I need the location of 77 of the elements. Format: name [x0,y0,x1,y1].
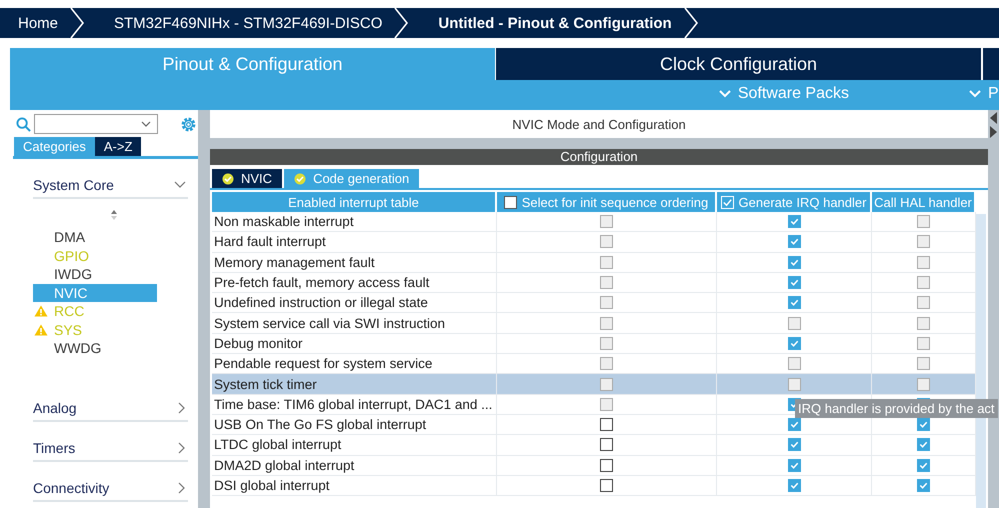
checkbox[interactable] [600,479,613,492]
table-cell: USB On The Go FS global interrupt [212,414,497,434]
checkmark-icon [918,480,929,491]
checkbox[interactable] [600,418,613,432]
warning-icon [34,305,48,318]
checkbox[interactable] [917,438,930,452]
checkbox[interactable] [917,479,930,492]
chevron-right-icon [178,482,186,494]
category-item[interactable]: IWDG [33,265,157,284]
search-icon[interactable] [16,116,31,132]
table-cell: LTDC global interrupt [212,435,497,455]
table-cell: System service call via SWI instruction [212,313,497,333]
search-combo-box[interactable] [34,114,158,134]
table-cell: Memory management fault [212,252,497,272]
check-circle-icon [294,172,306,184]
table-cell: Non maskable interrupt [212,212,497,232]
chevron-down-icon [174,181,186,189]
category-header[interactable]: Connectivity [33,468,188,502]
checkmark-icon [918,419,929,430]
category-header[interactable]: System Core [33,166,188,199]
warning-icon [34,324,48,336]
chevron-right-icon [684,8,698,38]
breadcrumb-item[interactable]: Home [0,8,84,38]
checkbox[interactable] [788,235,800,248]
table-cell: Hard fault interrupt [212,232,497,252]
chevron-right-icon [178,402,186,414]
config-tab[interactable]: NVIC [212,169,282,188]
tab[interactable] [981,48,999,80]
checkbox[interactable] [600,438,613,452]
category-item[interactable]: DMA [33,228,157,246]
checkmark-icon [788,236,800,248]
category-header[interactable]: Analog [33,388,188,422]
checkbox[interactable] [917,418,930,432]
table-cell: System tick timer [212,374,497,394]
checkbox[interactable] [788,215,800,228]
checkbox[interactable] [600,458,613,472]
section-header: Configuration [210,149,988,167]
checkmark-icon [788,419,800,430]
chevron-down-icon [718,90,731,98]
checkbox[interactable] [788,479,800,492]
checkmark-icon [918,439,929,450]
table-cell: DSI global interrupt [212,476,497,496]
checkbox[interactable] [788,336,800,350]
checkbox[interactable] [788,276,800,290]
category-item[interactable]: WWDG [33,339,157,358]
chevron-right-icon [394,8,408,38]
category-header[interactable]: Timers [33,428,188,462]
chevron-right-icon [178,442,186,454]
check-circle-icon [222,172,234,184]
settings-icon[interactable] [179,114,198,134]
checkmark-icon [788,480,800,491]
checkmark-icon [788,277,800,288]
breadcrumb-item[interactable]: Untitled - Pinout & Configuration [408,8,698,38]
checkbox[interactable] [788,256,800,269]
checkbox[interactable] [788,438,800,452]
header-checkbox[interactable] [504,196,517,208]
table-cell: Debug monitor [212,334,497,354]
checkbox[interactable] [788,418,800,432]
table-cell: Pre-fetch fault, memory access fault [212,272,497,292]
view-tab[interactable]: A->Z [94,137,142,156]
table-cell: Time base: TIM6 global interrupt, DAC1 and ... [212,394,497,414]
table-cell: Pendable request for system service [212,354,497,374]
checkmark-icon [788,439,800,450]
checkmark-icon [788,297,800,308]
checkbox[interactable] [788,296,800,310]
tooltip: IRQ handler is provided by the act [795,399,998,418]
checkbox[interactable] [788,458,800,472]
collapse-arrows-icon[interactable] [988,110,998,140]
checkbox[interactable] [917,458,930,472]
breadcrumb-item[interactable]: STM32F469NIHx - STM32F469I-DISCO [84,8,408,38]
chevron-right-icon [70,8,84,38]
main-tab[interactable]: Clock Configuration [495,48,981,80]
checkmark-icon [788,216,800,228]
table-cell: DMA2D global interrupt [212,456,497,475]
sort-icon[interactable] [110,209,118,221]
table-cell: Undefined instruction or illegal state [212,293,497,312]
chevron-down-icon [969,90,981,98]
